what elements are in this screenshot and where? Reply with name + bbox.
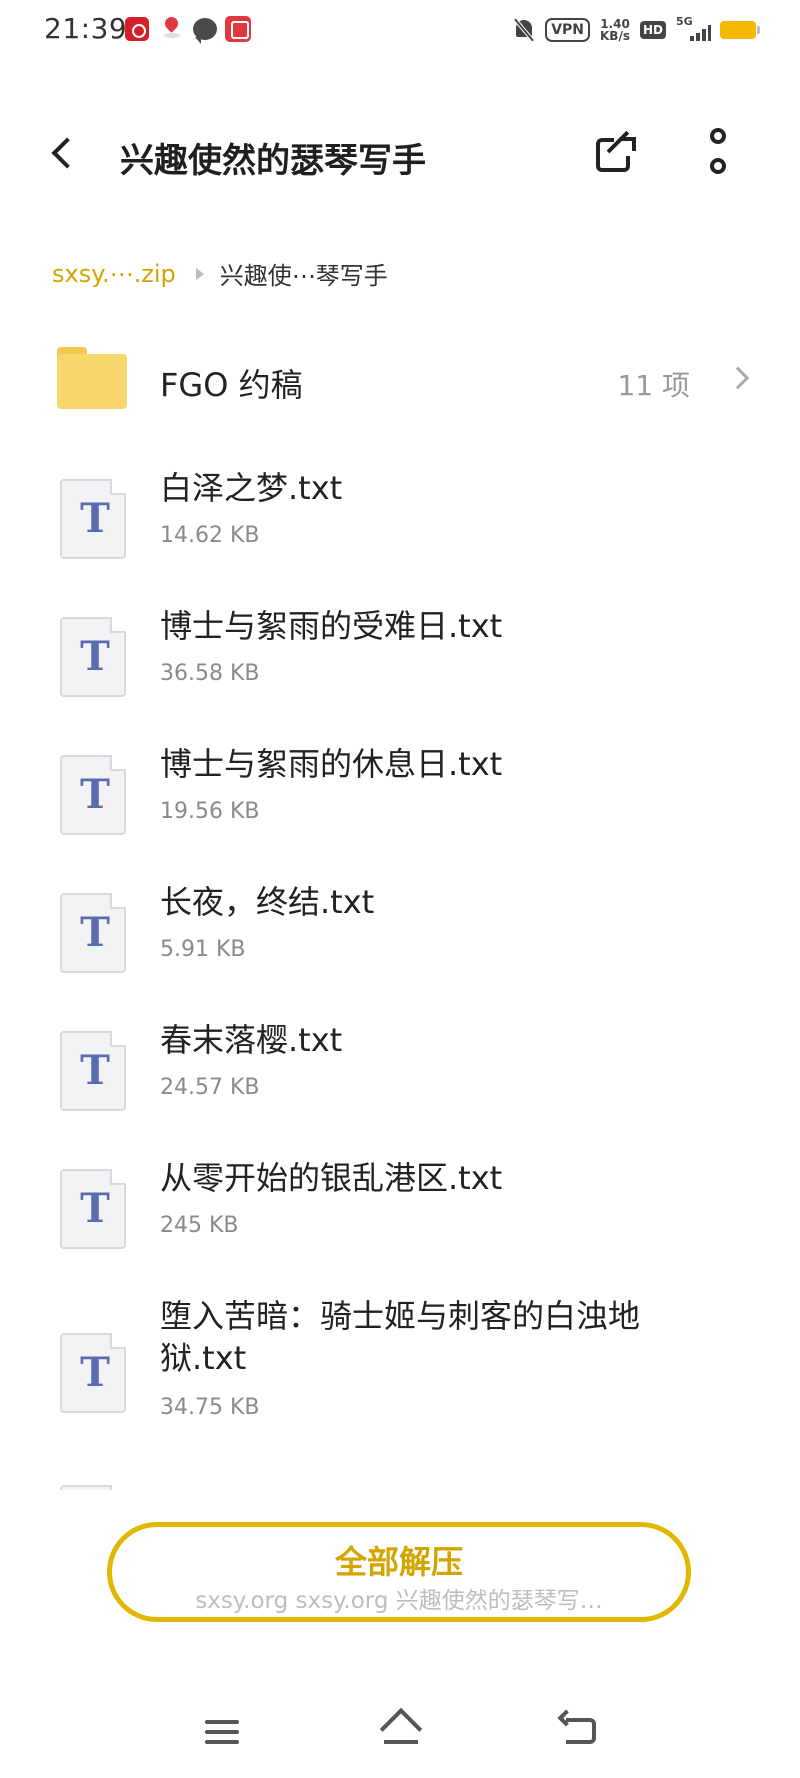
file-name: 从零开始的银乱港区.txt <box>160 1159 503 1197</box>
system-navigation-bar <box>0 1690 800 1778</box>
file-size: 19.56 KB <box>160 799 260 824</box>
folder-item-count: 11 项 <box>617 369 690 402</box>
file-size: 24.57 KB <box>160 1075 260 1100</box>
page-title: 兴趣使然的瑟琴写手 <box>120 141 426 181</box>
file-item[interactable]: T 白泽之梦.txt 14.62 KB <box>0 455 800 585</box>
shopping-app-notification-icon <box>225 16 251 42</box>
back-arrow-icon[interactable] <box>40 130 90 180</box>
home-icon[interactable] <box>378 1707 424 1752</box>
message-notification-icon <box>193 18 217 44</box>
map-pin-notification-icon <box>160 14 182 41</box>
file-name: 博士与絮雨的受难日.txt <box>160 607 503 645</box>
file-item[interactable]: T 长夜，终结.txt 5.91 KB <box>0 869 800 999</box>
extract-all-button[interactable]: 全部解压 sxsy.org sxsy.org 兴趣使然的瑟琴写… <box>107 1522 691 1622</box>
breadcrumb-archive[interactable]: sxsy.⋯.zip <box>52 260 176 288</box>
text-file-icon: T <box>60 893 126 973</box>
signal-icon: 5G <box>676 15 711 43</box>
hd-badge: HD <box>639 21 666 39</box>
file-name: 春末落樱.txt <box>160 1021 343 1059</box>
text-file-icon: T <box>60 617 126 697</box>
folder-item[interactable]: FGO 约稿 11 项 <box>0 330 800 430</box>
file-item[interactable]: T 博士与絮雨的受难日.txt 36.58 KB <box>0 593 800 723</box>
more-options-icon[interactable] <box>700 128 740 184</box>
text-file-icon: T <box>60 1169 126 1249</box>
status-indicators: VPN 1.40 KB/s HD 5G <box>513 14 760 46</box>
file-size: 34.75 KB <box>160 1395 260 1420</box>
text-file-icon: T <box>60 1031 126 1111</box>
network-speed-unit: KB/s <box>600 29 630 43</box>
file-item[interactable]: T 堕入苦暗：骑士姬与刺客的白浊地狱.txt 34.75 KB <box>0 1283 800 1443</box>
battery-icon <box>720 21 760 39</box>
file-size: 245 KB <box>160 1213 239 1238</box>
extract-all-label: 全部解压 <box>334 1543 463 1581</box>
file-name: 白泽之梦.txt <box>160 469 343 507</box>
file-name: 长夜，终结.txt <box>160 883 375 921</box>
breadcrumb-separator-icon <box>195 267 204 280</box>
folder-icon <box>57 347 127 409</box>
breadcrumb: sxsy.⋯.zip 兴趣使⋯琴写手 <box>52 256 388 291</box>
text-file-icon: T <box>60 479 126 559</box>
breadcrumb-current: 兴趣使⋯琴写手 <box>219 262 388 290</box>
file-size: 36.58 KB <box>160 661 260 686</box>
open-external-icon[interactable] <box>590 130 640 180</box>
file-item[interactable]: T 春末落樱.txt 24.57 KB <box>0 1007 800 1137</box>
network-type: 5G <box>676 15 693 28</box>
file-list: T 白泽之梦.txt 14.62 KB T 博士与絮雨的受难日.txt 36.5… <box>0 455 800 1495</box>
chevron-right-icon <box>726 366 750 390</box>
status-time: 21:39 <box>44 12 128 45</box>
file-size: 14.62 KB <box>160 523 260 548</box>
extract-destination-path: sxsy.org sxsy.org 兴趣使然的瑟琴写… <box>195 1588 603 1614</box>
folder-name: FGO 约稿 <box>160 366 303 404</box>
menu-icon[interactable] <box>203 1716 243 1748</box>
app-header: 兴趣使然的瑟琴写手 <box>0 100 800 210</box>
file-name: 博士与絮雨的休息日.txt <box>160 745 503 783</box>
text-file-icon: T <box>60 755 126 835</box>
file-item[interactable]: T 从零开始的银乱港区.txt 245 KB <box>0 1145 800 1275</box>
mute-icon <box>513 18 535 42</box>
vpn-badge: VPN <box>545 18 590 42</box>
file-name: 堕入苦暗：骑士姬与刺客的白浊地狱.txt <box>160 1297 641 1377</box>
text-file-icon: T <box>60 1333 126 1413</box>
file-size: 5.91 KB <box>160 937 246 962</box>
back-icon[interactable] <box>557 1709 602 1754</box>
status-bar: 21:39 VPN 1.40 KB/s HD 5G <box>0 0 800 60</box>
network-speed: 1.40 KB/s <box>600 18 630 42</box>
bank-app-notification-icon <box>125 17 149 41</box>
file-item[interactable]: T 博士与絮雨的休息日.txt 19.56 KB <box>0 731 800 861</box>
